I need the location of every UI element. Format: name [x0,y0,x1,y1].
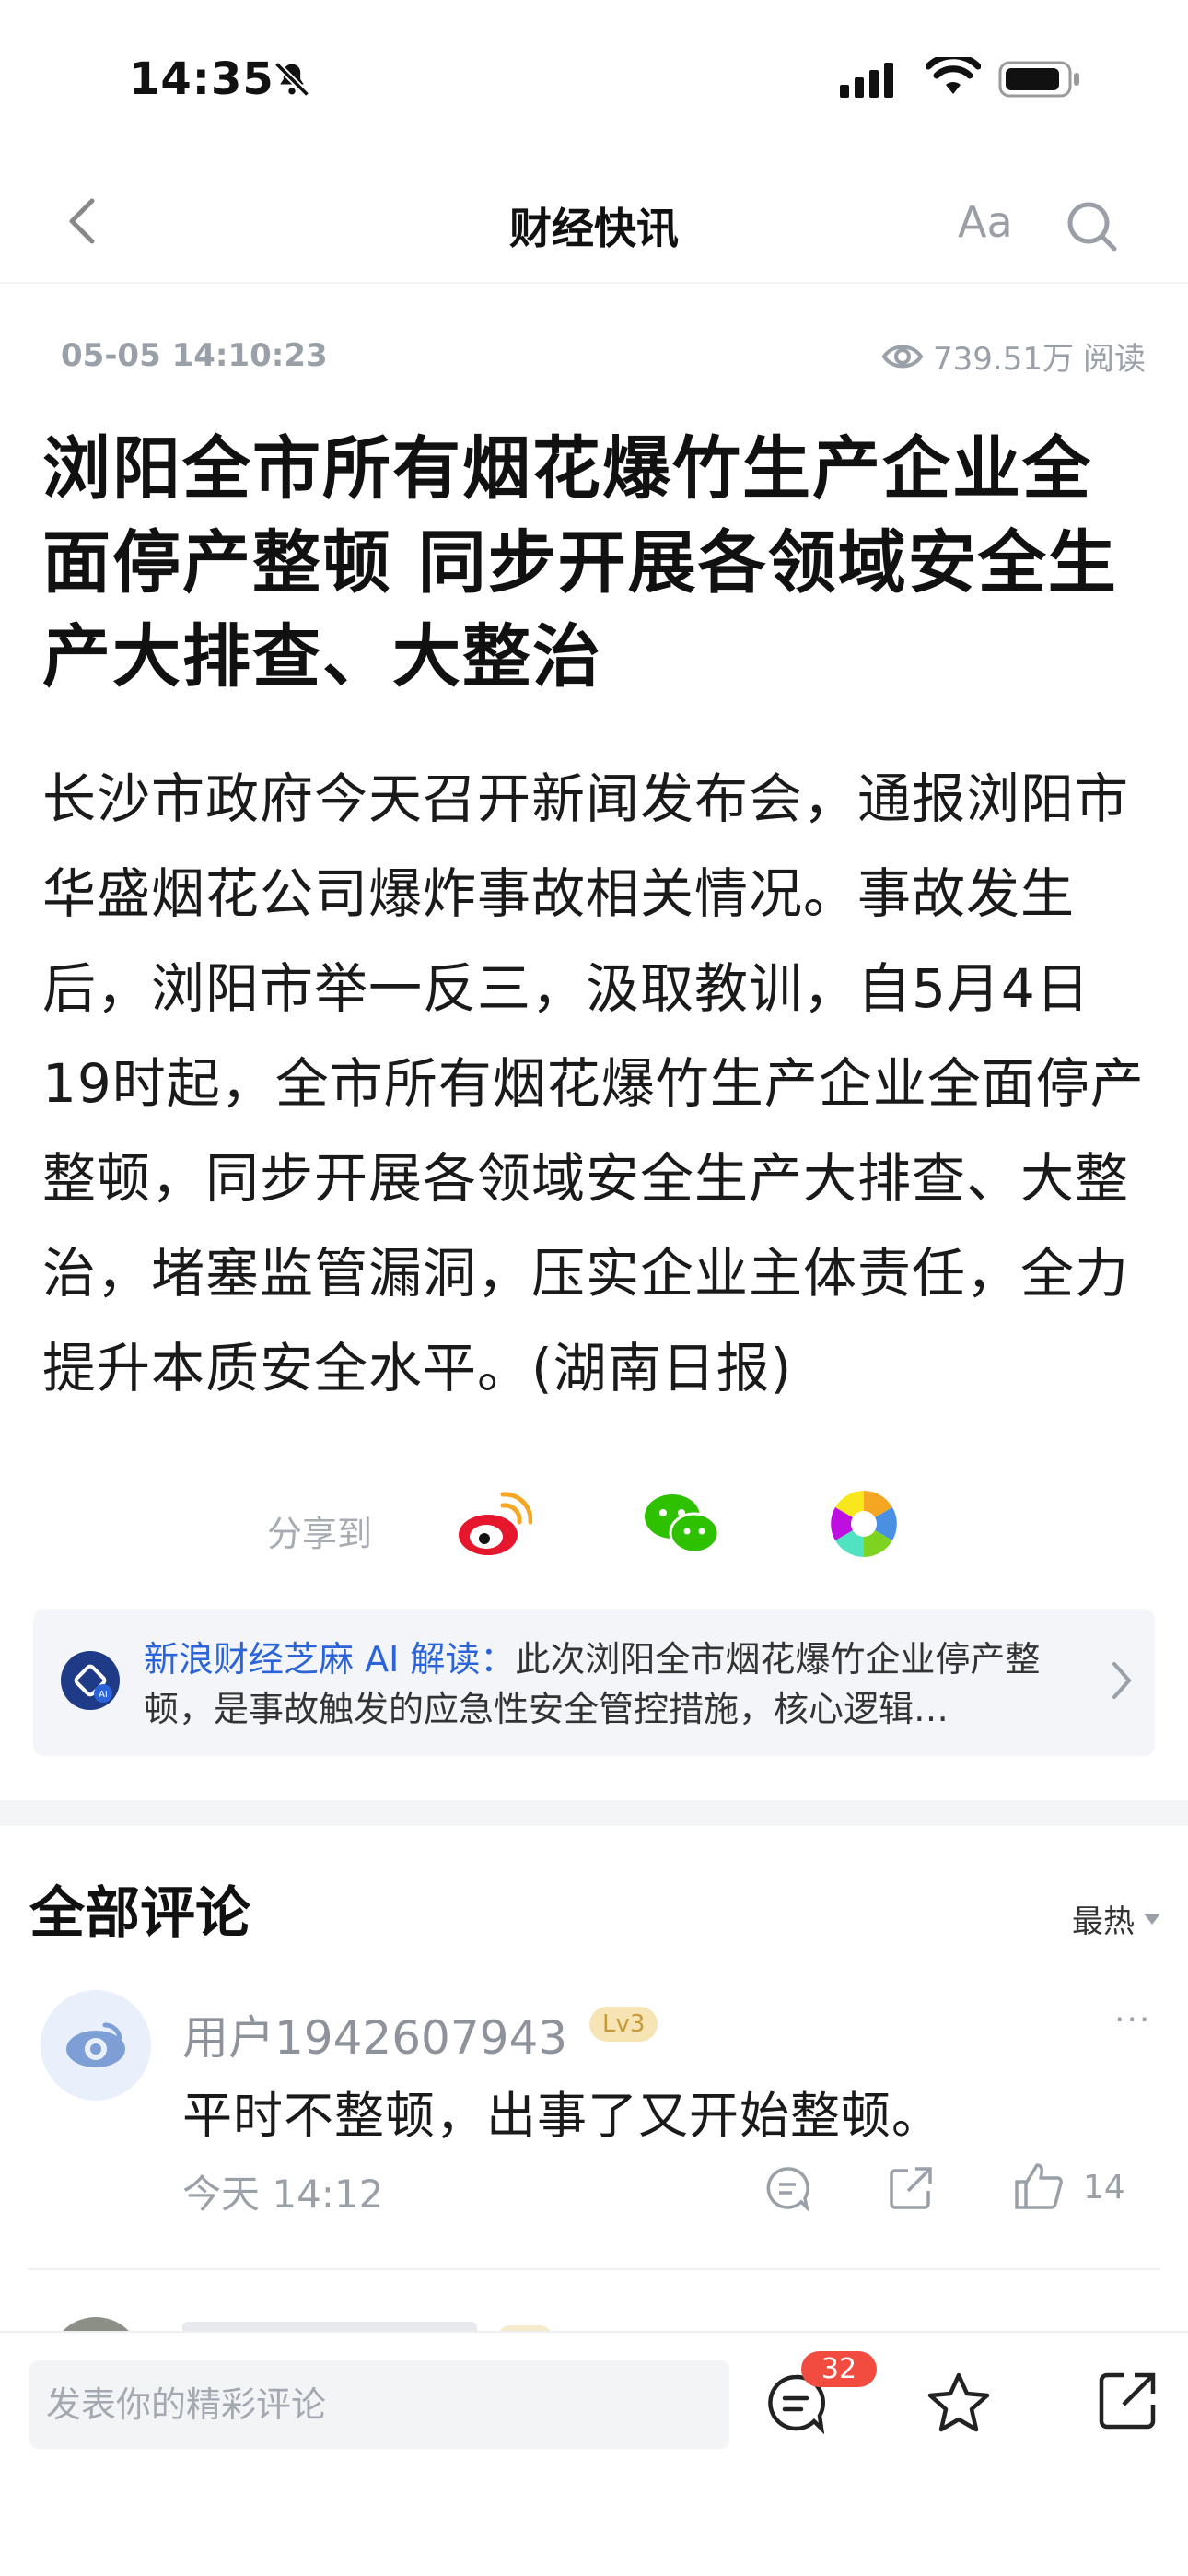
article-body: 长沙市政府今天召开新闻发布会，通报浏阳市华盛烟花公司爆炸事故相关情况。事故发生后… [42,767,1145,1399]
caret-down-icon [1144,1913,1160,1925]
ai-summary-text: 新浪财经芝麻 AI 解读：此次浏阳全市烟花爆竹企业停产整顿，是事故触发的应急性安… [144,1634,1083,1734]
nav-divider [0,282,1188,284]
article-title: 浏阳全市所有烟花爆竹生产企业全面停产整顿 同步开展各领域安全生产大排查、大整治 [42,429,1118,697]
comment-username[interactable]: 用户1942607943 [182,2001,567,2067]
moments-share-icon[interactable] [829,1489,899,1563]
share-label: 分享到 [267,1514,373,1554]
silent-bell-icon [272,59,312,103]
font-size-button[interactable]: Aa [958,197,1013,247]
sort-dropdown[interactable]: 最热 [1072,1896,1160,1941]
like-icon[interactable] [1013,2161,1065,2215]
svg-text:AI: AI [99,1690,108,1700]
cellular-signal-icon [840,61,904,101]
search-icon[interactable] [1065,199,1120,258]
comment-count-badge: 32 [801,2351,877,2387]
wechat-share-icon[interactable] [641,1489,724,1563]
favorite-star-icon[interactable] [926,2371,991,2438]
reply-icon[interactable] [764,2165,810,2215]
ai-summary-prefix: 新浪财经芝麻 AI 解读： [144,1639,516,1680]
weibo-share-icon[interactable] [455,1489,533,1563]
share-icon[interactable] [1096,2370,1159,2436]
chevron-right-icon [1111,1660,1133,1704]
bottom-bar: 发表你的精彩评论 32 [0,2333,1188,2576]
comment-text: 平时不整顿，出事了又开始整顿。 [182,2087,942,2145]
user-level-badge: Lv3 [589,2007,658,2042]
ai-logo-icon: AI [61,1651,120,1710]
comment-divider [28,2268,1160,2270]
wifi-icon [925,53,982,101]
more-options-icon[interactable]: ··· [1114,2001,1151,2039]
comment-time: 今天 14:12 [182,2172,384,2217]
section-divider [0,1800,1188,1826]
comments-heading: 全部评论 [29,1881,250,1946]
view-count-number: 739.51万 [933,341,1074,378]
ai-summary-card[interactable]: AI 新浪财经芝麻 AI 解读：此次浏阳全市烟花爆竹企业停产整顿，是事故触发的应… [33,1609,1155,1756]
sort-label: 最热 [1072,1903,1135,1940]
battery-icon [998,61,1081,101]
view-count: 739.51万 阅读 [881,334,1146,379]
eye-icon [881,345,924,368]
comment-input[interactable]: 发表你的精彩评论 [29,2360,729,2449]
like-count: 14 [1083,2169,1125,2207]
share-comment-icon[interactable] [888,2165,934,2215]
view-count-label: 阅读 [1083,341,1146,378]
article-date: 05-05 14:10:23 [61,337,328,374]
status-time: 14:35 [129,53,274,105]
avatar[interactable] [41,1990,151,2101]
